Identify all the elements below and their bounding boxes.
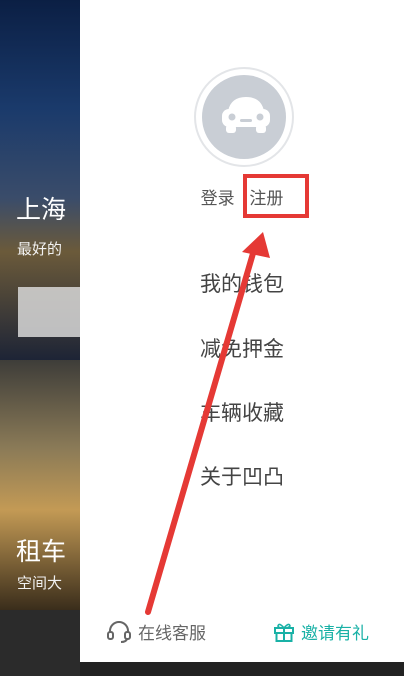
- background-app: 上海 最好的 租车 空间大: [0, 0, 80, 676]
- login-link[interactable]: 登录: [201, 184, 235, 209]
- card-button[interactable]: [18, 287, 80, 337]
- card-subtitle: 最好的: [17, 240, 63, 258]
- online-support-button[interactable]: 在线客服: [106, 619, 206, 644]
- headset-icon: [107, 620, 131, 643]
- rental-card[interactable]: 租车 空间大: [0, 360, 80, 610]
- bottom-edge: [80, 662, 404, 676]
- login-register: 登录 注册: [80, 184, 404, 209]
- menu-item-wallet[interactable]: 我的钱包: [80, 268, 404, 298]
- support-label: 在线客服: [138, 624, 206, 644]
- card-title: 上海: [16, 195, 67, 224]
- menu-item-about[interactable]: 关于凹凸: [80, 461, 404, 491]
- card-title: 租车: [16, 537, 67, 566]
- side-drawer: 登录 注册 我的钱包 减免押金 车辆收藏 关于凹凸 在线客服 邀请有礼: [80, 0, 404, 662]
- bottom-bar: [0, 610, 80, 676]
- card-subtitle: 空间大: [17, 574, 63, 592]
- register-highlight-box: [243, 174, 309, 218]
- invite-label: 邀请有礼: [301, 624, 369, 644]
- gift-icon: [274, 623, 294, 642]
- menu-item-favorites[interactable]: 车辆收藏: [80, 397, 404, 427]
- city-card-shanghai[interactable]: 上海 最好的: [0, 0, 80, 360]
- avatar[interactable]: [194, 67, 294, 167]
- menu-item-deposit-waiver[interactable]: 减免押金: [80, 333, 404, 363]
- invite-button[interactable]: 邀请有礼: [273, 619, 369, 644]
- car-icon: [222, 97, 270, 133]
